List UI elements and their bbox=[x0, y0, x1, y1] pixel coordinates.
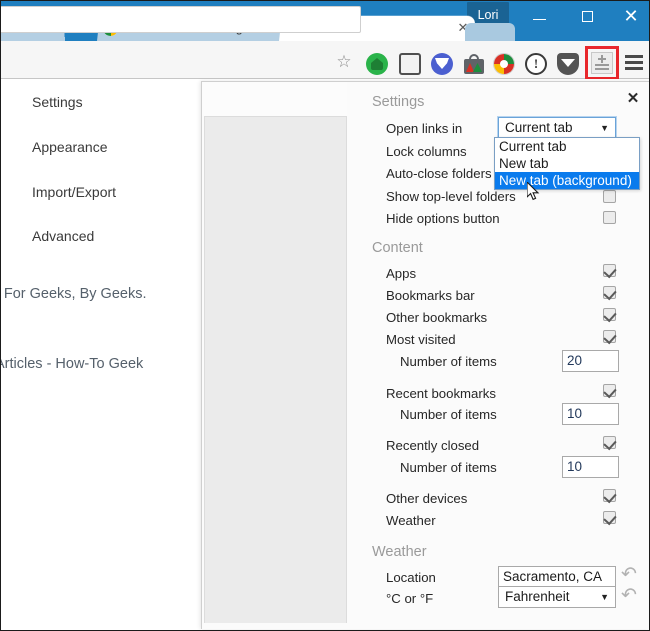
label-other-bookmarks: Other bookmarks bbox=[386, 310, 488, 325]
checkbox-recent-bookmarks[interactable] bbox=[603, 384, 616, 397]
input-recently-closed-count[interactable]: 10 bbox=[562, 456, 619, 478]
sidebar-item-advanced[interactable]: Advanced bbox=[1, 228, 649, 244]
label-recent-bookmarks-number-of-items: Number of items bbox=[400, 407, 497, 422]
humble-newtab-extension-icon[interactable] bbox=[591, 52, 613, 74]
bookmark-star-icon[interactable]: ☆ bbox=[335, 53, 353, 71]
sidebar-item-settings[interactable]: Settings bbox=[1, 94, 649, 110]
checkbox-other-devices[interactable] bbox=[603, 489, 616, 502]
chevron-down-icon: ▼ bbox=[600, 123, 609, 133]
close-settings-icon[interactable]: ✕ bbox=[625, 91, 641, 107]
maximize-button[interactable] bbox=[567, 1, 607, 31]
select-open-links-in[interactable]: Current tab ▼ bbox=[497, 116, 617, 140]
label-most-visited: Most visited bbox=[386, 332, 456, 347]
chrome-menu-icon[interactable] bbox=[625, 53, 643, 71]
checkbox-other-bookmarks[interactable] bbox=[603, 308, 616, 321]
select-temperature-units[interactable]: Fahrenheit ▼ bbox=[498, 586, 616, 608]
checkbox-weather[interactable] bbox=[603, 511, 616, 524]
revert-location-icon[interactable]: ↶ bbox=[621, 565, 641, 584]
square-icon[interactable] bbox=[399, 53, 421, 75]
input-weather-location[interactable]: Sacramento, CA bbox=[498, 566, 616, 588]
new-tab-button[interactable] bbox=[465, 23, 515, 41]
browser-window: Lori ✕ ✕ Humble New Tab Page - ✕ New Tab… bbox=[0, 0, 650, 631]
checkbox-show-top-level-folders[interactable] bbox=[603, 190, 616, 203]
section-header-weather: Weather bbox=[372, 544, 427, 560]
checkbox-apps[interactable] bbox=[603, 264, 616, 277]
label-apps: Apps bbox=[386, 266, 417, 281]
address-bar[interactable] bbox=[1, 6, 361, 33]
input-most-visited-count[interactable]: 20 bbox=[562, 350, 619, 372]
select-open-links-in-value: Current tab bbox=[505, 120, 573, 135]
page-text-line-1: - For Geeks, By Geeks. bbox=[0, 286, 147, 302]
minimize-icon bbox=[532, 19, 546, 21]
label-open-links-in: Open links in bbox=[386, 121, 463, 136]
blue-owl-icon[interactable] bbox=[431, 53, 453, 75]
settings-sidebar bbox=[202, 82, 347, 629]
label-most-visited-number-of-items: Number of items bbox=[400, 354, 497, 369]
section-header-content: Content bbox=[372, 240, 423, 256]
label-show-top-level-folders: Show top-level folders bbox=[386, 189, 516, 204]
checkbox-recently-closed[interactable] bbox=[603, 436, 616, 449]
chrome-icon[interactable] bbox=[493, 53, 515, 75]
info-icon[interactable]: ! bbox=[525, 53, 547, 75]
checkbox-hide-options-button[interactable] bbox=[603, 211, 616, 224]
minimize-button[interactable] bbox=[519, 1, 559, 31]
label-recent-bookmarks: Recent bookmarks bbox=[386, 386, 496, 401]
revert-units-icon[interactable]: ↶ bbox=[621, 586, 641, 605]
pocket-icon[interactable] bbox=[557, 53, 579, 75]
close-window-button[interactable]: ✕ bbox=[611, 1, 649, 31]
section-header-settings: Settings bbox=[372, 94, 425, 110]
label-recently-closed: Recently closed bbox=[386, 438, 480, 453]
label-weather: Weather bbox=[386, 513, 436, 528]
input-recent-bookmarks-count[interactable]: 10 bbox=[562, 403, 619, 425]
browser-toolbar bbox=[1, 41, 649, 79]
open-links-in-dropdown[interactable]: Current tab New tab New tab (background) bbox=[494, 137, 640, 190]
chrome-webstore-icon[interactable] bbox=[463, 53, 485, 75]
maximize-icon bbox=[581, 10, 593, 22]
label-lock-columns: Lock columns bbox=[386, 144, 467, 159]
dropdown-option-current-tab[interactable]: Current tab bbox=[495, 138, 639, 155]
label-other-devices: Other devices bbox=[386, 491, 468, 506]
label-hide-options-button: Hide options button bbox=[386, 211, 500, 226]
page-text-line-2: Articles - How-To Geek bbox=[0, 356, 144, 372]
green-home-icon[interactable] bbox=[366, 53, 388, 75]
dropdown-option-new-tab-background[interactable]: New tab (background) bbox=[495, 172, 639, 189]
label-bookmarks-bar: Bookmarks bar bbox=[386, 288, 475, 303]
mouse-cursor-icon bbox=[527, 182, 540, 201]
select-temperature-units-value: Fahrenheit bbox=[505, 589, 570, 604]
checkbox-most-visited[interactable] bbox=[603, 330, 616, 343]
dropdown-option-new-tab[interactable]: New tab bbox=[495, 155, 639, 172]
label-recently-closed-number-of-items: Number of items bbox=[400, 460, 497, 475]
label-temperature-units: °C or °F bbox=[386, 591, 434, 606]
chevron-down-icon: ▼ bbox=[600, 592, 609, 602]
checkbox-bookmarks-bar[interactable] bbox=[603, 286, 616, 299]
label-location: Location bbox=[386, 570, 436, 585]
label-auto-close-folders: Auto-close folders bbox=[386, 166, 492, 181]
